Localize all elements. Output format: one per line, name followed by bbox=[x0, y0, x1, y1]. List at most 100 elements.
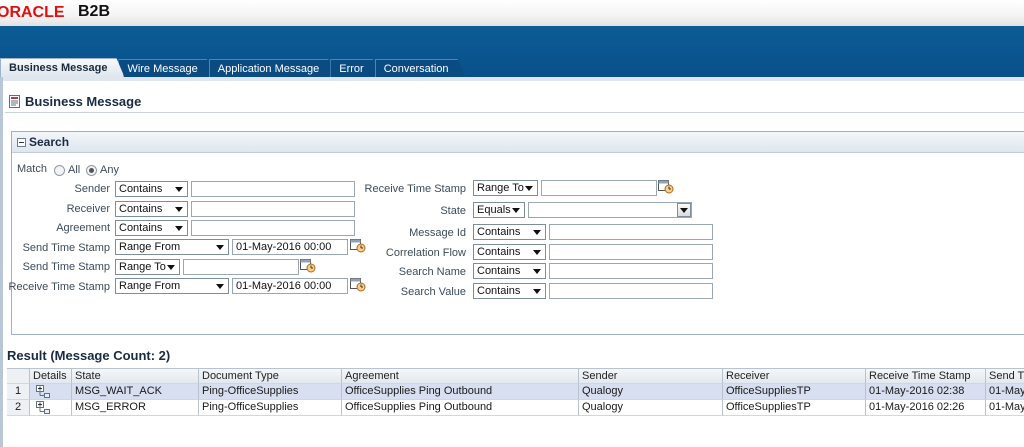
state-operator-select[interactable]: Equals bbox=[473, 202, 525, 218]
row-number: 2 bbox=[7, 400, 30, 416]
header-send-timestamp[interactable]: Send Tir bbox=[986, 368, 1024, 384]
table-row[interactable]: 2 MSG_ERROR Ping-OfficeSupplies OfficeSu… bbox=[7, 400, 1024, 416]
send-timestamp-to-label: Send Time Stamp bbox=[22, 261, 110, 273]
sender-operator-select[interactable]: Contains bbox=[115, 181, 188, 197]
tab-application-message[interactable]: Application Message bbox=[209, 59, 337, 77]
send-timestamp-from-operator-select[interactable]: Range From bbox=[115, 239, 229, 255]
send-timestamp-to-operator-select[interactable]: Range To bbox=[115, 259, 180, 275]
header-divider bbox=[5, 112, 1024, 113]
chevron-down-icon bbox=[175, 207, 183, 212]
match-any-label: Any bbox=[100, 164, 119, 176]
receive-timestamp-cell: 01-May-2016 02:26 bbox=[866, 400, 986, 416]
details-cell[interactable] bbox=[30, 384, 72, 400]
chevron-down-icon bbox=[216, 245, 224, 250]
chevron-down-icon bbox=[167, 265, 175, 270]
receive-timestamp-cell: 01-May-2016 02:38 bbox=[866, 384, 986, 400]
calendar-icon[interactable] bbox=[300, 258, 316, 273]
receive-timestamp-from-label: Receive Time Stamp bbox=[8, 281, 110, 293]
result-title: Result (Message Count: 2) bbox=[7, 348, 171, 363]
document-type-cell: Ping-OfficeSupplies bbox=[199, 400, 342, 416]
receiver-cell: OfficeSuppliesTP bbox=[723, 384, 866, 400]
message-id-input[interactable] bbox=[549, 224, 713, 240]
chevron-down-icon bbox=[216, 284, 224, 289]
match-all-label: All bbox=[68, 164, 81, 176]
chevron-down-icon bbox=[175, 187, 183, 192]
send-timestamp-from-label: Send Time Stamp bbox=[22, 242, 110, 254]
header-state[interactable]: State bbox=[72, 368, 199, 384]
search-name-label: Search Name bbox=[398, 266, 466, 278]
receive-timestamp-to-operator-select[interactable]: Range To bbox=[473, 180, 538, 196]
table-row[interactable]: 1 MSG_WAIT_ACK Ping-OfficeSupplies Offic… bbox=[7, 384, 1024, 400]
search-value-input[interactable] bbox=[549, 283, 713, 299]
page-header: Business Message bbox=[8, 94, 141, 109]
search-value-operator-select[interactable]: Contains bbox=[473, 283, 546, 299]
match-label: Match bbox=[17, 163, 47, 175]
state-dropdown-button[interactable] bbox=[677, 203, 691, 217]
search-header[interactable]: Search bbox=[12, 132, 1024, 153]
chevron-down-icon bbox=[175, 226, 183, 231]
state-cell: MSG_ERROR bbox=[72, 400, 199, 416]
header-sender[interactable]: Sender bbox=[579, 368, 723, 384]
match-all-radio[interactable] bbox=[54, 165, 65, 176]
agreement-input[interactable] bbox=[191, 220, 355, 236]
sender-cell: Qualogy bbox=[579, 384, 723, 400]
tab-error[interactable]: Error bbox=[330, 59, 380, 77]
agreement-label: Agreement bbox=[56, 222, 110, 234]
oracle-logo: ORACLE bbox=[0, 4, 65, 21]
header-receive-timestamp[interactable]: Receive Time Stamp bbox=[866, 368, 986, 384]
search-name-input[interactable] bbox=[549, 263, 713, 279]
header-details[interactable]: Details bbox=[30, 368, 72, 384]
agreement-operator-select[interactable]: Contains bbox=[115, 220, 188, 236]
receiver-cell: OfficeSuppliesTP bbox=[723, 400, 866, 416]
receiver-operator-select[interactable]: Contains bbox=[115, 201, 188, 217]
details-icon[interactable] bbox=[36, 385, 50, 398]
collapse-icon[interactable] bbox=[17, 137, 26, 147]
header-receiver[interactable]: Receiver bbox=[723, 368, 866, 384]
tab-business-message[interactable]: Business Message bbox=[0, 58, 124, 77]
receive-timestamp-from-input[interactable]: 01-May-2016 00:00 bbox=[232, 278, 348, 294]
calendar-icon[interactable] bbox=[350, 238, 366, 253]
correlation-flow-label: Correlation Flow bbox=[385, 247, 466, 259]
sender-cell: Qualogy bbox=[579, 400, 723, 416]
row-number: 1 bbox=[7, 384, 30, 400]
send-timestamp-cell: 01-May- bbox=[986, 400, 1024, 416]
document-type-cell: Ping-OfficeSupplies bbox=[199, 384, 342, 400]
state-value-select[interactable] bbox=[528, 202, 692, 218]
chevron-down-icon bbox=[533, 289, 541, 294]
header-rownum bbox=[7, 368, 30, 384]
search-value-label: Search Value bbox=[400, 286, 466, 298]
details-icon[interactable] bbox=[36, 401, 50, 414]
agreement-cell: OfficeSupplies Ping Outbound bbox=[342, 400, 579, 416]
message-id-operator-select[interactable]: Contains bbox=[473, 224, 546, 240]
receive-timestamp-to-label: Receive Time Stamp bbox=[364, 183, 466, 195]
sender-input[interactable] bbox=[191, 181, 355, 197]
receive-timestamp-to-input[interactable] bbox=[541, 180, 657, 196]
product-name: B2B bbox=[78, 3, 111, 20]
calendar-icon[interactable] bbox=[658, 179, 674, 194]
chevron-down-icon bbox=[533, 250, 541, 255]
state-cell: MSG_WAIT_ACK bbox=[72, 384, 199, 400]
agreement-cell: OfficeSupplies Ping Outbound bbox=[342, 384, 579, 400]
send-timestamp-from-input[interactable]: 01-May-2016 00:00 bbox=[232, 239, 348, 255]
header-agreement[interactable]: Agreement bbox=[342, 368, 579, 384]
chevron-down-icon bbox=[533, 230, 541, 235]
page-title: Business Message bbox=[25, 94, 142, 109]
message-id-label: Message Id bbox=[409, 227, 466, 239]
search-name-operator-select[interactable]: Contains bbox=[473, 263, 546, 279]
brand-bar: ORACLE B2B bbox=[0, 0, 1024, 26]
tab-conversation[interactable]: Conversation bbox=[375, 59, 466, 77]
details-cell[interactable] bbox=[30, 400, 72, 416]
send-timestamp-to-input[interactable] bbox=[183, 259, 299, 275]
receive-timestamp-from-operator-select[interactable]: Range From bbox=[115, 278, 229, 294]
chevron-down-icon bbox=[533, 269, 541, 274]
receiver-input[interactable] bbox=[191, 201, 355, 217]
state-label: State bbox=[440, 205, 466, 217]
table-header-row: Details State Document Type Agreement Se… bbox=[7, 368, 1024, 384]
match-any-radio[interactable] bbox=[86, 165, 97, 176]
correlation-flow-input[interactable] bbox=[549, 244, 713, 260]
header-document-type[interactable]: Document Type bbox=[199, 368, 342, 384]
correlation-flow-operator-select[interactable]: Contains bbox=[473, 244, 546, 260]
tab-wire-message[interactable]: Wire Message bbox=[118, 59, 214, 77]
calendar-icon[interactable] bbox=[350, 277, 366, 292]
search-title: Search bbox=[29, 135, 70, 149]
